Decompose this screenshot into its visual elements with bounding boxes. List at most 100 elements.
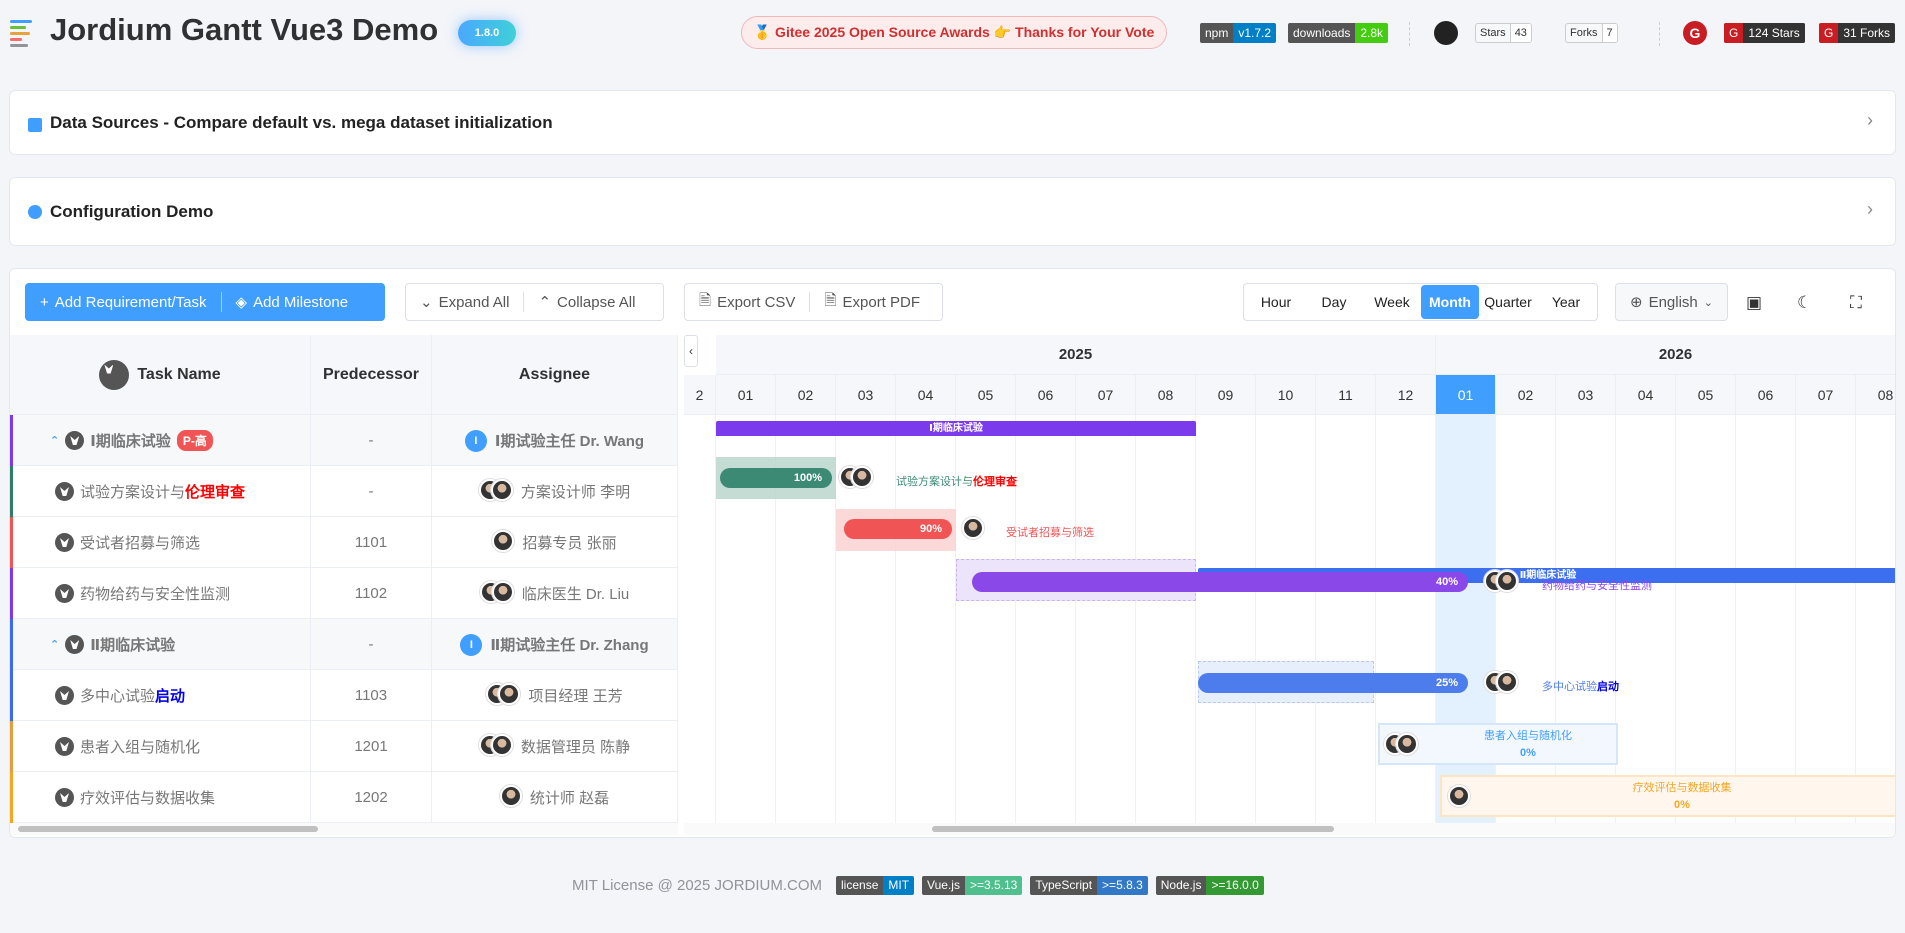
- add-task-button[interactable]: +Add Requirement/Task: [26, 284, 221, 320]
- github-stars-badge[interactable]: Stars43: [1475, 23, 1532, 43]
- scale-month[interactable]: Month: [1421, 285, 1479, 319]
- table-scrollbar[interactable]: [10, 823, 678, 835]
- assignee-name: Ⅱ期试验主任 Dr. Zhang: [490, 634, 648, 655]
- group-row[interactable]: ⌃Ⅰ期临床试验P-高-IⅠ期试验主任 Dr. Wang: [10, 415, 678, 466]
- table-row[interactable]: 受试者招募与筛选 1101招募专员 张丽: [10, 517, 678, 568]
- assignee-cell[interactable]: 招募专员 张丽: [432, 517, 678, 568]
- add-milestone-button[interactable]: ◈Add Milestone: [222, 284, 363, 320]
- github-icon[interactable]: [1434, 21, 1458, 45]
- task-name: 受试者招募与筛选: [80, 532, 200, 553]
- column-assignee[interactable]: Assignee: [432, 335, 678, 415]
- fox-icon: [55, 686, 74, 705]
- column-task-name[interactable]: Task Name: [10, 335, 311, 415]
- task-name-cell[interactable]: ⌃Ⅱ期临床试验: [10, 619, 311, 670]
- task-bar[interactable]: 100%: [720, 468, 832, 488]
- chevron-up-icon[interactable]: ⌃: [50, 638, 59, 651]
- moon-icon[interactable]: ☾: [1797, 293, 1812, 313]
- avatar: [492, 581, 514, 603]
- task-name-cell[interactable]: 疗效评估与数据收集: [10, 772, 311, 823]
- table-row[interactable]: 患者入组与随机化1201数据管理员 陈静: [10, 721, 678, 772]
- task-name-cell[interactable]: 试验方案设计与伦理审查: [10, 466, 311, 517]
- panel-title: Configuration Demo: [50, 202, 213, 222]
- export-pdf-button[interactable]: 🗎Export PDF: [810, 284, 934, 320]
- predecessor-cell[interactable]: -: [311, 466, 432, 517]
- badge-value: 43: [1510, 24, 1531, 42]
- language-value: English: [1649, 294, 1698, 311]
- button-label: Collapse All: [557, 294, 635, 311]
- month-header: 04: [1616, 375, 1676, 415]
- predecessor-cell[interactable]: 1201: [311, 721, 432, 772]
- task-name-cell[interactable]: 受试者招募与筛选: [10, 517, 311, 568]
- vue-badge[interactable]: Vue.js>=3.5.13: [922, 876, 1022, 895]
- task-name: Ⅰ期临床试验: [90, 430, 171, 451]
- task-name-cell[interactable]: ⌃Ⅰ期临床试验P-高: [10, 415, 311, 466]
- typescript-badge[interactable]: TypeScript>=5.8.3: [1030, 876, 1147, 895]
- collapse-table-button[interactable]: ‹: [684, 335, 698, 367]
- language-select[interactable]: ⊕English⌄: [1615, 283, 1728, 321]
- scale-day[interactable]: Day: [1305, 284, 1363, 320]
- predecessor-cell[interactable]: 1102: [311, 568, 432, 619]
- configuration-panel[interactable]: Configuration Demo ›: [9, 177, 1896, 246]
- award-banner[interactable]: 🥇 Gitee 2025 Open Source Awards 👉 Thanks…: [741, 16, 1167, 49]
- data-sources-panel[interactable]: Data Sources - Compare default vs. mega …: [9, 90, 1896, 155]
- avatar: [500, 785, 522, 807]
- assignee-cell[interactable]: 临床医生 Dr. Liu: [432, 568, 678, 619]
- column-predecessor[interactable]: Predecessor: [311, 335, 432, 415]
- assignee-cell[interactable]: 方案设计师 李明: [432, 466, 678, 517]
- table-row[interactable]: 试验方案设计与伦理审查-方案设计师 李明: [10, 466, 678, 517]
- task-name-cell[interactable]: 多中心试验启动: [10, 670, 311, 721]
- fullscreen-icon[interactable]: ⛶: [1850, 293, 1862, 313]
- node-badge[interactable]: Node.js>=16.0.0: [1156, 876, 1264, 895]
- task-bar[interactable]: 90%: [844, 519, 952, 539]
- group-row[interactable]: ⌃Ⅱ期临床试验-IⅡ期试验主任 Dr. Zhang: [10, 619, 678, 670]
- task-bar-pending[interactable]: 患者入组与随机化 0%: [1378, 723, 1618, 765]
- task-bar[interactable]: 40%: [972, 572, 1468, 592]
- table-row[interactable]: 疗效评估与数据收集 1202统计师 赵磊: [10, 772, 678, 823]
- assignee-cell[interactable]: IⅠ期试验主任 Dr. Wang: [432, 415, 678, 466]
- avatar: [1448, 785, 1470, 807]
- predecessor-cell[interactable]: 1202: [311, 772, 432, 823]
- table-row[interactable]: 多中心试验启动1103项目经理 王芳: [10, 670, 678, 721]
- version-badge: 1.8.0: [458, 20, 516, 46]
- assignee-cell[interactable]: IⅡ期试验主任 Dr. Zhang: [432, 619, 678, 670]
- gitee-forks-badge[interactable]: G31 Forks: [1819, 23, 1895, 43]
- grid-line: [1375, 415, 1376, 835]
- predecessor-cell[interactable]: 1101: [311, 517, 432, 568]
- chevron-up-icon[interactable]: ⌃: [50, 434, 59, 447]
- scale-week[interactable]: Week: [1363, 284, 1421, 320]
- gitee-stars-badge[interactable]: G124 Stars: [1724, 23, 1805, 43]
- export-csv-button[interactable]: 🗎Export CSV: [685, 284, 809, 320]
- collapse-all-button[interactable]: ⌃Collapse All: [524, 284, 649, 320]
- assignee-cell[interactable]: 统计师 赵磊: [432, 772, 678, 823]
- task-label: 药物给药与安全性监测: [1542, 577, 1652, 593]
- calendar-icon[interactable]: ▣: [1746, 293, 1762, 313]
- month-header: 10: [1256, 375, 1316, 415]
- timeline-scrollbar[interactable]: [684, 823, 1896, 835]
- assignee-cell[interactable]: 项目经理 王芳: [432, 670, 678, 721]
- table-row[interactable]: 药物给药与安全性监测1102临床医生 Dr. Liu: [10, 568, 678, 619]
- predecessor-cell[interactable]: -: [311, 619, 432, 670]
- task-name: 疗效评估与数据收集: [80, 787, 215, 808]
- scale-year[interactable]: Year: [1537, 284, 1595, 320]
- task-name-cell[interactable]: 患者入组与随机化: [10, 721, 311, 772]
- avatar: [498, 683, 520, 705]
- license-badge[interactable]: licenseMIT: [836, 876, 914, 895]
- scale-hour[interactable]: Hour: [1247, 284, 1305, 320]
- grid-line: [1855, 415, 1856, 835]
- button-label: Expand All: [439, 294, 510, 311]
- task-bar-pending[interactable]: 疗效评估与数据收集 0%: [1440, 775, 1896, 817]
- npm-badge[interactable]: npmv1.7.2: [1200, 23, 1276, 43]
- gitee-icon[interactable]: G: [1683, 21, 1707, 45]
- assignee-cell[interactable]: 数据管理员 陈静: [432, 721, 678, 772]
- predecessor-cell[interactable]: -: [311, 415, 432, 466]
- expand-all-button[interactable]: ⌄Expand All: [406, 284, 523, 320]
- summary-bar[interactable]: Ⅰ期临床试验: [716, 421, 1196, 436]
- current-month-highlight: [1436, 415, 1496, 835]
- scale-quarter[interactable]: Quarter: [1479, 284, 1537, 320]
- task-bar[interactable]: 25%: [1198, 673, 1468, 693]
- button-label: Export PDF: [843, 294, 921, 311]
- downloads-badge[interactable]: downloads2.8k: [1288, 23, 1388, 43]
- task-name-cell[interactable]: 药物给药与安全性监测: [10, 568, 311, 619]
- github-forks-badge[interactable]: Forks7: [1565, 23, 1618, 43]
- predecessor-cell[interactable]: 1103: [311, 670, 432, 721]
